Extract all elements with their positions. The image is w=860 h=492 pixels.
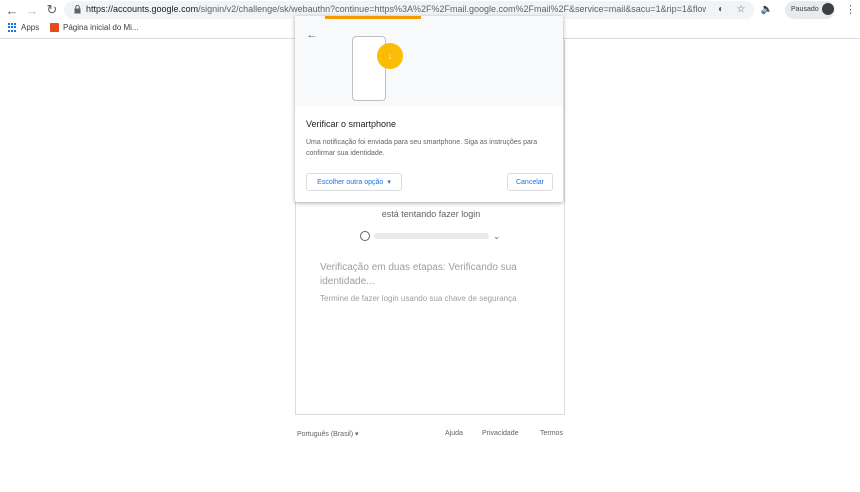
- reload-icon[interactable]: ↻: [44, 2, 60, 18]
- back-arrow-icon[interactable]: ←: [305, 28, 319, 42]
- language-select[interactable]: Português (Brasil) ▾: [297, 430, 359, 438]
- signin-partial-text: está tentando fazer login: [381, 209, 481, 219]
- cancel-button[interactable]: Cancelar: [507, 173, 553, 191]
- lock-icon: [74, 5, 81, 14]
- progress-strip: [325, 16, 421, 19]
- notification-badge-icon: ↓: [377, 43, 403, 69]
- back-arrow-icon[interactable]: ←: [4, 2, 20, 18]
- extension-icon[interactable]: ◐: [714, 3, 728, 17]
- star-icon[interactable]: ☆: [734, 3, 748, 17]
- help-link[interactable]: Ajuda: [445, 430, 463, 437]
- dialog-title: Verificar o smartphone: [306, 119, 397, 129]
- page-subtitle: Termine de fazer login usando sua chave …: [320, 294, 517, 303]
- mute-icon[interactable]: 🔈: [760, 3, 774, 17]
- menu-dots-icon[interactable]: ⋮: [845, 3, 856, 17]
- forward-arrow-icon[interactable]: →: [24, 2, 40, 18]
- dropdown-arrow-icon: ▾: [387, 179, 391, 186]
- bookmark-label: Apps: [21, 23, 40, 32]
- bookmark-apps[interactable]: Apps: [8, 23, 39, 32]
- office-icon: [50, 23, 59, 32]
- bookmark-label: Página inicial do Mi...: [63, 23, 139, 32]
- apps-grid-icon: [8, 23, 17, 32]
- choose-option-label: Escolher outra opção: [317, 178, 384, 186]
- profile-label: Pausado: [791, 6, 819, 13]
- verify-phone-dialog: ← ↓ Verificar o smartphone Uma notificaç…: [295, 16, 563, 202]
- account-chip[interactable]: ⌄: [360, 230, 500, 242]
- language-label: Português (Brasil): [297, 431, 354, 438]
- dropdown-arrow-icon: ▾: [354, 431, 359, 438]
- chevron-down-icon: ⌄: [493, 231, 500, 241]
- privacy-link[interactable]: Privacidade: [482, 430, 519, 437]
- account-email-blurred: [373, 233, 490, 239]
- bookmark-office[interactable]: Página inicial do Mi...: [50, 23, 139, 32]
- choose-other-option-button[interactable]: Escolher outra opção ▾: [306, 173, 402, 191]
- url-text: https://accounts.google.com/signin/v2/ch…: [86, 4, 706, 14]
- terms-link[interactable]: Termos: [540, 430, 563, 437]
- account-circle-icon: [360, 231, 370, 241]
- page-title: Verificação em duas etapas: Verificando …: [320, 262, 517, 287]
- dialog-body: Uma notificação foi enviada para seu sma…: [306, 139, 538, 157]
- dialog-illustration-area: ← ↓: [295, 16, 563, 106]
- avatar[interactable]: [822, 3, 834, 15]
